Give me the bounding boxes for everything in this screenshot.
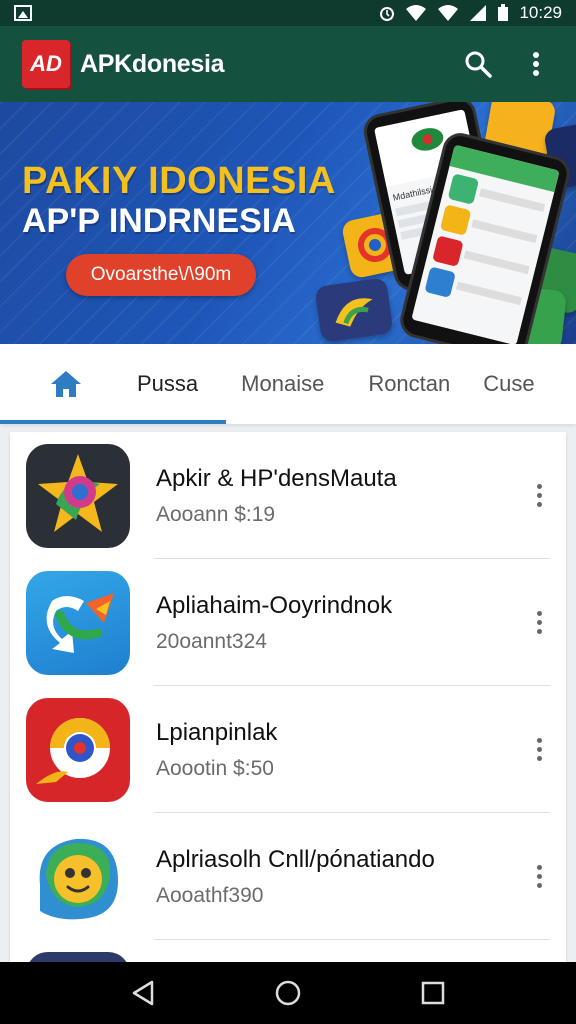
list-item[interactable]: Apkir & HP'densMauta Aooann $:19: [10, 432, 566, 559]
app-price: Aoootin $:50: [156, 756, 274, 780]
nav-back-button[interactable]: [123, 973, 163, 1013]
overflow-menu-button[interactable]: [514, 42, 558, 86]
star-film-icon: [26, 443, 130, 548]
promo-banner[interactable]: PAKIY IDONESIA AP'P INDRNESIA Ovoarsthe\…: [0, 102, 576, 344]
list-item[interactable]: Apliahaim-Ooyrindnok 20oannt324: [10, 559, 566, 686]
banner-subheadline: AP'P INDRNESIA: [22, 202, 296, 240]
circle-swirl-icon: [26, 697, 130, 802]
banner-app-tile-icon: [314, 277, 394, 343]
search-button[interactable]: [456, 42, 500, 86]
app-name: Aplriasolh Cnll/pónatiando: [156, 845, 435, 873]
tab-pussa[interactable]: Pussa: [137, 344, 198, 424]
battery-icon: [498, 4, 509, 21]
app-name: Lpianpinlak: [156, 718, 278, 746]
home-circle-icon: [275, 980, 301, 1006]
smiley-icon: [26, 824, 130, 929]
wifi-secondary-icon: [438, 5, 459, 21]
app-price: 20oannt324: [156, 629, 267, 653]
status-bar: 10:29: [0, 0, 576, 26]
app-list: Apkir & HP'densMauta Aooann $:19 Apliaha…: [10, 432, 566, 962]
app-name: Apliahaim-Ooyrindnok: [156, 591, 393, 619]
item-more-button[interactable]: [524, 603, 554, 643]
app-price: Aooann $:19: [156, 502, 276, 526]
item-more-button[interactable]: [524, 476, 554, 516]
banner-cta-button[interactable]: Ovoarsthe\/\90m: [66, 254, 256, 296]
nav-home-button[interactable]: [268, 973, 308, 1013]
signal-icon: [470, 5, 487, 21]
tab-home[interactable]: [0, 344, 135, 424]
item-more-button[interactable]: [524, 730, 554, 770]
category-tabs: Pussa Monaise Ronctan Cuse: [0, 344, 576, 424]
banner-headline: PAKIY IDONESIA: [22, 160, 336, 202]
app-bar: AD APKdonesia: [0, 26, 576, 102]
list-item[interactable]: Lpianpinlak Aoootin $:50: [10, 686, 566, 813]
tab-indicator: [0, 420, 226, 424]
chat-arrow-icon: [26, 570, 130, 675]
app-name: Apkir & HP'densMauta: [156, 464, 397, 492]
alarm-icon: [380, 7, 395, 21]
system-nav-bar: [0, 962, 576, 1024]
item-more-button[interactable]: [524, 857, 554, 897]
tab-cuse[interactable]: Cuse: [483, 344, 534, 424]
recents-square-icon: [422, 981, 445, 1005]
list-item[interactable]: [10, 940, 566, 962]
tab-ronctan[interactable]: Ronctan: [368, 344, 450, 424]
app-logo: AD: [22, 40, 70, 88]
wifi-icon: [406, 5, 427, 21]
home-icon: [50, 371, 81, 397]
more-vert-icon: [533, 52, 539, 76]
list-item[interactable]: Aplriasolh Cnll/pónatiando Aooathf390: [10, 813, 566, 940]
tab-monaise[interactable]: Monaise: [241, 344, 324, 424]
image-notification-icon: [14, 5, 32, 21]
back-triangle-icon: [132, 980, 153, 1006]
search-icon: [465, 51, 492, 78]
nav-recents-button[interactable]: [413, 973, 453, 1013]
partial-app-icon: [26, 951, 130, 962]
app-title: APKdonesia: [80, 49, 225, 78]
app-price: Aooathf390: [156, 883, 264, 907]
status-time: 10:29: [519, 3, 562, 22]
